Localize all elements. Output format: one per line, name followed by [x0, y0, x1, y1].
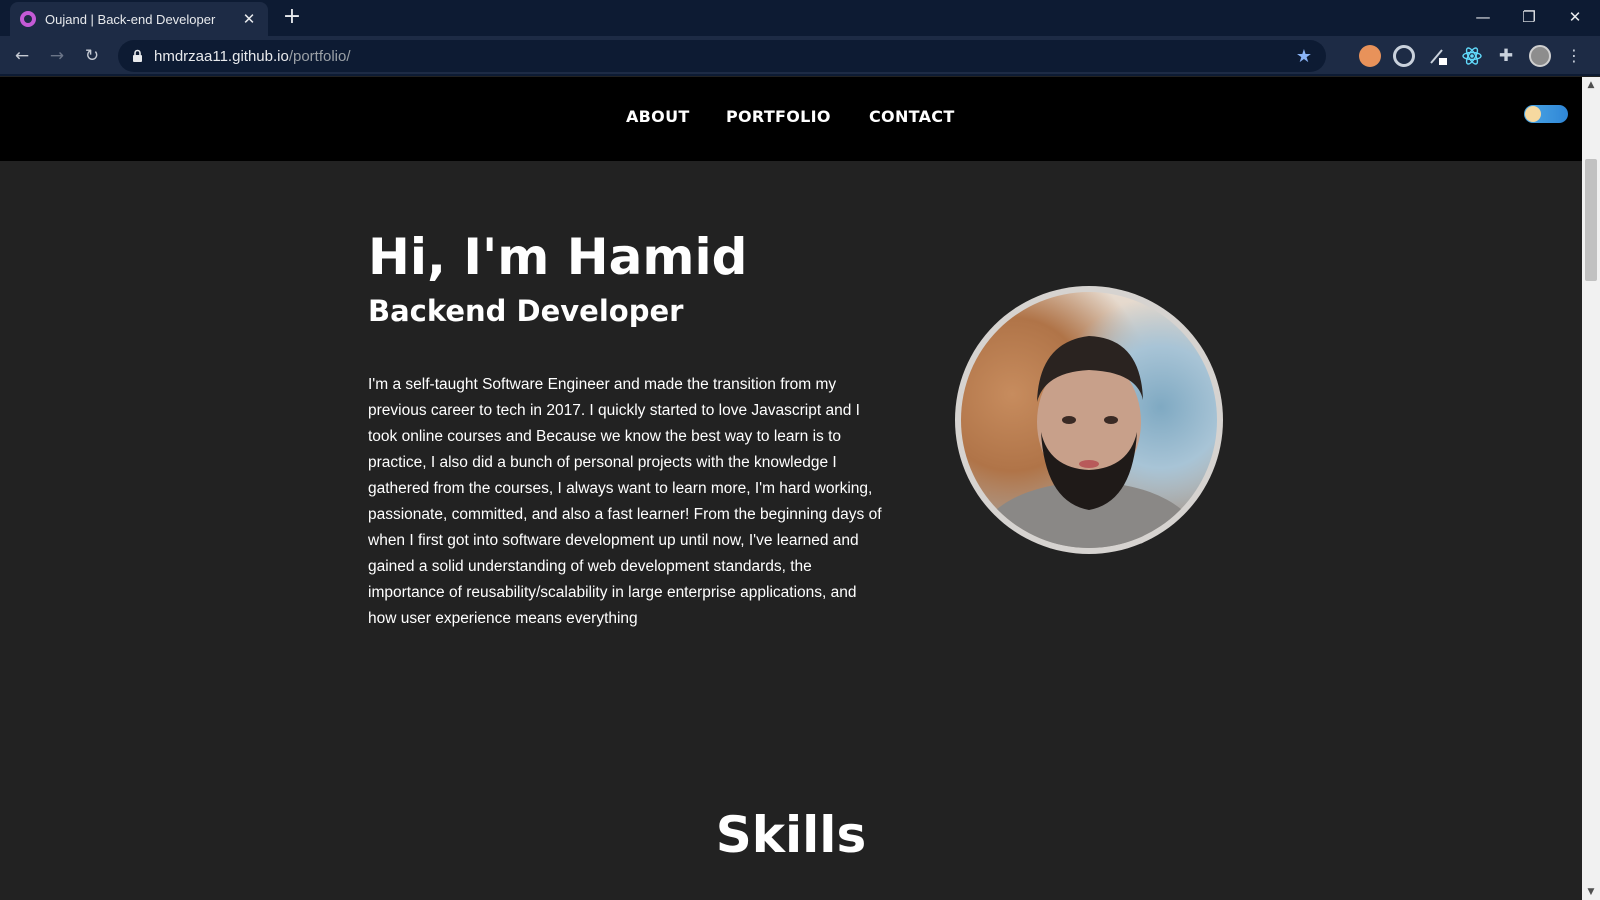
profile-avatar[interactable] [1529, 45, 1551, 67]
site-header: ABOUT PORTFOLIO CONTACT [0, 77, 1582, 161]
lock-icon[interactable] [130, 49, 144, 63]
minimize-window-button[interactable]: — [1468, 4, 1498, 30]
profile-photo [955, 286, 1223, 554]
extension-icon-pen[interactable] [1427, 45, 1449, 67]
new-tab-button[interactable]: + [280, 6, 304, 30]
browser-tab-strip: Oujand | Back-end Developer ✕ + — ❐ ✕ [0, 0, 1600, 36]
back-button[interactable]: ← [8, 42, 36, 70]
scroll-down-arrow-icon[interactable]: ▼ [1582, 884, 1600, 900]
hero-title: Hi, I'm Hamid [368, 228, 748, 286]
nav-link-contact[interactable]: CONTACT [869, 107, 955, 126]
scrollbar-thumb[interactable] [1585, 159, 1597, 281]
skills-section-title: Skills [715, 806, 867, 864]
nav-link-portfolio[interactable]: PORTFOLIO [726, 107, 831, 126]
close-window-button[interactable]: ✕ [1560, 4, 1590, 30]
profile-photo-image [961, 292, 1217, 548]
forward-button[interactable]: → [43, 42, 71, 70]
restore-window-button[interactable]: ❐ [1514, 4, 1544, 30]
react-devtools-icon[interactable] [1461, 45, 1483, 67]
tab-close-icon[interactable]: ✕ [240, 10, 258, 28]
browser-menu-icon[interactable]: ⋮ [1563, 45, 1585, 67]
extension-icon-target[interactable] [1393, 45, 1415, 67]
bookmark-star-icon[interactable]: ★ [1296, 46, 1312, 67]
browser-tab-active[interactable]: Oujand | Back-end Developer ✕ [10, 2, 268, 36]
bio-paragraph: I'm a self-taught Software Engineer and … [368, 376, 882, 627]
url-host: hmdrzaa11.github.io [154, 47, 289, 65]
scroll-up-arrow-icon[interactable]: ▲ [1582, 77, 1600, 93]
site-favicon-icon [20, 11, 36, 27]
browser-toolbar: ← → ↻ hmdrzaa11.github.io/portfolio/ ★ ✚… [0, 36, 1600, 76]
theme-toggle[interactable] [1524, 105, 1568, 123]
nav-link-about[interactable]: ABOUT [626, 107, 690, 126]
hero-subtitle: Backend Developer [368, 294, 684, 328]
puzzle-icon[interactable]: ✚ [1495, 45, 1517, 67]
address-bar[interactable]: hmdrzaa11.github.io/portfolio/ ★ [118, 40, 1326, 72]
url-path: /portfolio/ [288, 47, 351, 65]
page-scrollbar[interactable]: ▲ ▼ [1582, 77, 1600, 900]
reload-button[interactable]: ↻ [78, 42, 106, 70]
tab-title: Oujand | Back-end Developer [45, 11, 216, 27]
extension-icon-1[interactable] [1359, 45, 1381, 67]
url-text: hmdrzaa11.github.io/portfolio/ [154, 48, 1296, 65]
theme-toggle-knob [1525, 106, 1541, 122]
